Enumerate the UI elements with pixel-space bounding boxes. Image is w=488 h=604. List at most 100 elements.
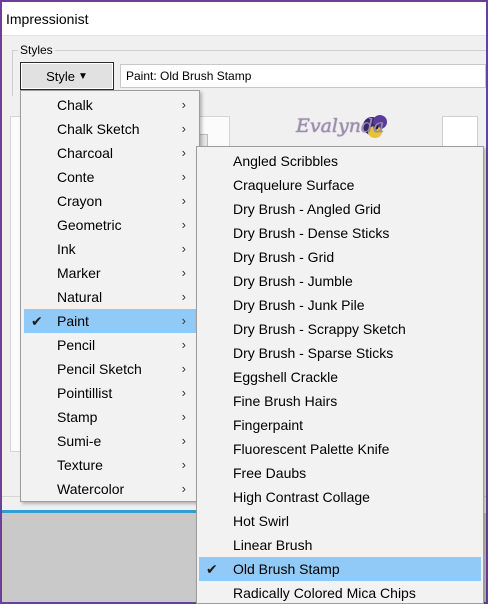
preset-name-field[interactable]: Paint: Old Brush Stamp (120, 64, 486, 88)
menu-item-label: Pencil (57, 337, 96, 353)
chevron-right-icon: › (181, 145, 186, 160)
menu-item-label: Paint (57, 313, 89, 329)
menu-item-conte[interactable]: Conte › (24, 165, 196, 189)
menu-item-label: Sumi-e (57, 433, 102, 449)
menu-item-label: Ink (57, 241, 76, 257)
submenu-item-craquelure-surface[interactable]: Craquelure Surface (199, 173, 481, 197)
menu-item-stamp[interactable]: Stamp › (24, 405, 196, 429)
submenu-item-label: Fluorescent Palette Knife (233, 441, 390, 457)
submenu-item-fingerpaint[interactable]: Fingerpaint (199, 413, 481, 437)
submenu-item-label: Eggshell Crackle (233, 369, 339, 385)
submenu-item-dry-brush-angled-grid[interactable]: Dry Brush - Angled Grid (199, 197, 481, 221)
submenu-item-label: Dry Brush - Dense Sticks (233, 225, 390, 241)
submenu-item-fluorescent-palette-knife[interactable]: Fluorescent Palette Knife (199, 437, 481, 461)
menu-item-ink[interactable]: Ink › (24, 237, 196, 261)
paint-submenu: Angled Scribbles Craquelure Surface Dry Br… (196, 146, 484, 604)
submenu-item-label: Angled Scribbles (233, 153, 339, 169)
menu-item-charcoal[interactable]: Charcoal › (24, 141, 196, 165)
menu-item-pencil[interactable]: Pencil › (24, 333, 196, 357)
submenu-item-label: Dry Brush - Junk Pile (233, 297, 365, 313)
menu-item-chalk-sketch[interactable]: Chalk Sketch › (24, 117, 196, 141)
submenu-item-linear-brush[interactable]: Linear Brush (199, 533, 481, 557)
submenu-item-label: Old Brush Stamp (233, 561, 340, 577)
menu-item-label: Charcoal (57, 145, 114, 161)
submenu-item-dry-brush-grid[interactable]: Dry Brush - Grid (199, 245, 481, 269)
chevron-right-icon: › (181, 361, 186, 376)
menu-item-marker[interactable]: Marker › (24, 261, 196, 285)
menu-item-paint[interactable]: ✔ Paint › (24, 309, 196, 333)
submenu-item-free-daubs[interactable]: Free Daubs (199, 461, 481, 485)
menu-item-label: Marker (57, 265, 101, 281)
menu-item-label: Stamp (57, 409, 98, 425)
check-icon: ✔ (31, 313, 43, 329)
caret-down-icon: ▼ (78, 70, 88, 82)
submenu-item-fine-brush-hairs[interactable]: Fine Brush Hairs (199, 389, 481, 413)
submenu-item-dry-brush-jumble[interactable]: Dry Brush - Jumble (199, 269, 481, 293)
menu-item-crayon[interactable]: Crayon › (24, 189, 196, 213)
chevron-right-icon: › (181, 313, 186, 328)
check-icon: ✔ (206, 561, 218, 577)
window-title: Impressionist (2, 2, 486, 36)
submenu-item-high-contrast-collage[interactable]: High Contrast Collage (199, 485, 481, 509)
menu-item-label: Crayon (57, 193, 103, 209)
menu-item-chalk[interactable]: Chalk › (24, 93, 196, 117)
chevron-right-icon: › (181, 457, 186, 472)
submenu-item-label: Linear Brush (233, 537, 313, 553)
submenu-item-label: High Contrast Collage (233, 489, 370, 505)
submenu-item-label: Free Daubs (233, 465, 307, 481)
menu-item-label: Conte (57, 169, 95, 185)
submenu-item-label: Dry Brush - Scrappy Sketch (233, 321, 406, 337)
chevron-right-icon: › (181, 385, 186, 400)
menu-item-label: Chalk (57, 97, 93, 113)
submenu-item-label: Dry Brush - Angled Grid (233, 201, 381, 217)
chevron-right-icon: › (181, 481, 186, 496)
menu-item-natural[interactable]: Natural › (24, 285, 196, 309)
chevron-right-icon: › (181, 337, 186, 352)
submenu-item-label: Fine Brush Hairs (233, 393, 338, 409)
submenu-item-eggshell-crackle[interactable]: Eggshell Crackle (199, 365, 481, 389)
submenu-item-dry-brush-dense-sticks[interactable]: Dry Brush - Dense Sticks (199, 221, 481, 245)
submenu-item-angled-scribbles[interactable]: Angled Scribbles (199, 149, 481, 173)
menu-item-texture[interactable]: Texture › (24, 453, 196, 477)
menu-item-geometric[interactable]: Geometric › (24, 213, 196, 237)
menu-item-label: Chalk Sketch (57, 121, 140, 137)
chevron-right-icon: › (181, 193, 186, 208)
chevron-right-icon: › (181, 97, 186, 112)
chevron-right-icon: › (181, 217, 186, 232)
style-dropdown-button[interactable]: Style ▼ (20, 62, 114, 90)
watermark-text: Evalynda (296, 115, 385, 137)
submenu-item-label: Radically Colored Mica Chips (233, 585, 416, 601)
style-category-menu: Chalk › Chalk Sketch › Charcoal › Conte › Crayon… (20, 90, 200, 502)
submenu-item-label: Fingerpaint (233, 417, 304, 433)
chevron-right-icon: › (181, 121, 186, 136)
submenu-item-radically-colored-mica-chips[interactable]: Radically Colored Mica Chips (199, 581, 481, 604)
watermark-logo: Evalynda (292, 110, 392, 144)
menu-item-watercolor[interactable]: Watercolor › (24, 477, 196, 501)
menu-item-label: Texture (57, 457, 103, 473)
styles-group-label: Styles (18, 43, 55, 57)
chevron-right-icon: › (181, 241, 186, 256)
chevron-right-icon: › (181, 265, 186, 280)
submenu-item-label: Hot Swirl (233, 513, 290, 529)
submenu-item-hot-swirl[interactable]: Hot Swirl (199, 509, 481, 533)
chevron-right-icon: › (181, 409, 186, 424)
menu-item-pointillist[interactable]: Pointillist › (24, 381, 196, 405)
submenu-item-dry-brush-sparse-sticks[interactable]: Dry Brush - Sparse Sticks (199, 341, 481, 365)
menu-item-label: Pencil Sketch (57, 361, 142, 377)
menu-item-pencil-sketch[interactable]: Pencil Sketch › (24, 357, 196, 381)
submenu-item-dry-brush-junk-pile[interactable]: Dry Brush - Junk Pile (199, 293, 481, 317)
menu-item-label: Natural (57, 289, 103, 305)
menu-item-label: Pointillist (57, 385, 113, 401)
submenu-item-label: Craquelure Surface (233, 177, 355, 193)
submenu-item-dry-brush-scrappy-sketch[interactable]: Dry Brush - Scrappy Sketch (199, 317, 481, 341)
submenu-item-label: Dry Brush - Jumble (233, 273, 353, 289)
menu-item-label: Watercolor (57, 481, 125, 497)
style-button-label: Style (46, 68, 75, 84)
menu-item-sumi-e[interactable]: Sumi-e › (24, 429, 196, 453)
submenu-item-label: Dry Brush - Sparse Sticks (233, 345, 394, 361)
chevron-right-icon: › (181, 433, 186, 448)
submenu-item-label: Dry Brush - Grid (233, 249, 335, 265)
submenu-item-old-brush-stamp[interactable]: ✔ Old Brush Stamp (199, 557, 481, 581)
chevron-right-icon: › (181, 169, 186, 184)
chevron-right-icon: › (181, 289, 186, 304)
